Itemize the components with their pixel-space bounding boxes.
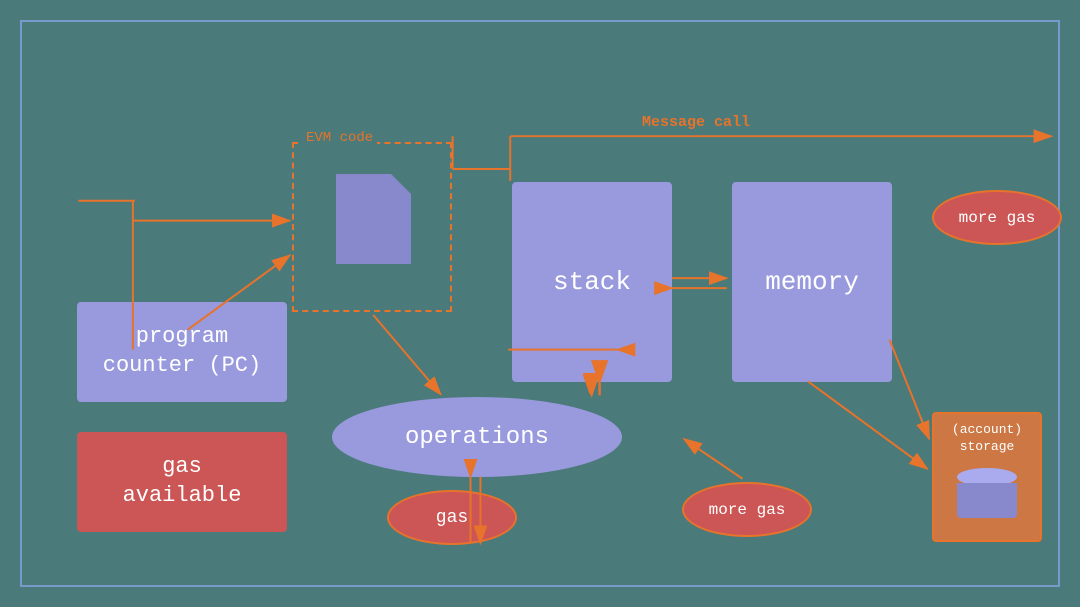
evm-code-box: EVM code xyxy=(292,142,452,312)
gas-label: gas xyxy=(436,508,468,528)
gas-available-box: gasavailable xyxy=(77,432,287,532)
stack-box: stack xyxy=(512,182,672,382)
operations-label: operations xyxy=(405,424,549,451)
more-gas-top-label: more gas xyxy=(959,209,1036,227)
operations-ellipse: operations xyxy=(332,397,622,477)
more-gas-bottom-ellipse: more gas xyxy=(682,482,812,537)
memory-label: memory xyxy=(765,267,859,297)
more-gas-bottom-label: more gas xyxy=(709,501,786,519)
main-diagram: Message call programcounter (PC) gasavai… xyxy=(20,20,1060,587)
more-gas-top-ellipse: more gas xyxy=(932,190,1062,245)
gas-ellipse: gas xyxy=(387,490,517,545)
program-counter-box: programcounter (PC) xyxy=(77,302,287,402)
cylinder-icon xyxy=(957,468,1017,518)
stack-label: stack xyxy=(553,267,631,297)
program-counter-label: programcounter (PC) xyxy=(103,323,261,380)
memory-box: memory xyxy=(732,182,892,382)
evm-code-label: EVM code xyxy=(302,130,377,146)
account-storage-box: (account)storage xyxy=(932,412,1042,542)
account-storage-label: (account)storage xyxy=(952,422,1022,456)
document-icon xyxy=(336,174,411,264)
message-call-label: Message call xyxy=(642,114,750,131)
gas-available-label: gasavailable xyxy=(123,453,242,510)
